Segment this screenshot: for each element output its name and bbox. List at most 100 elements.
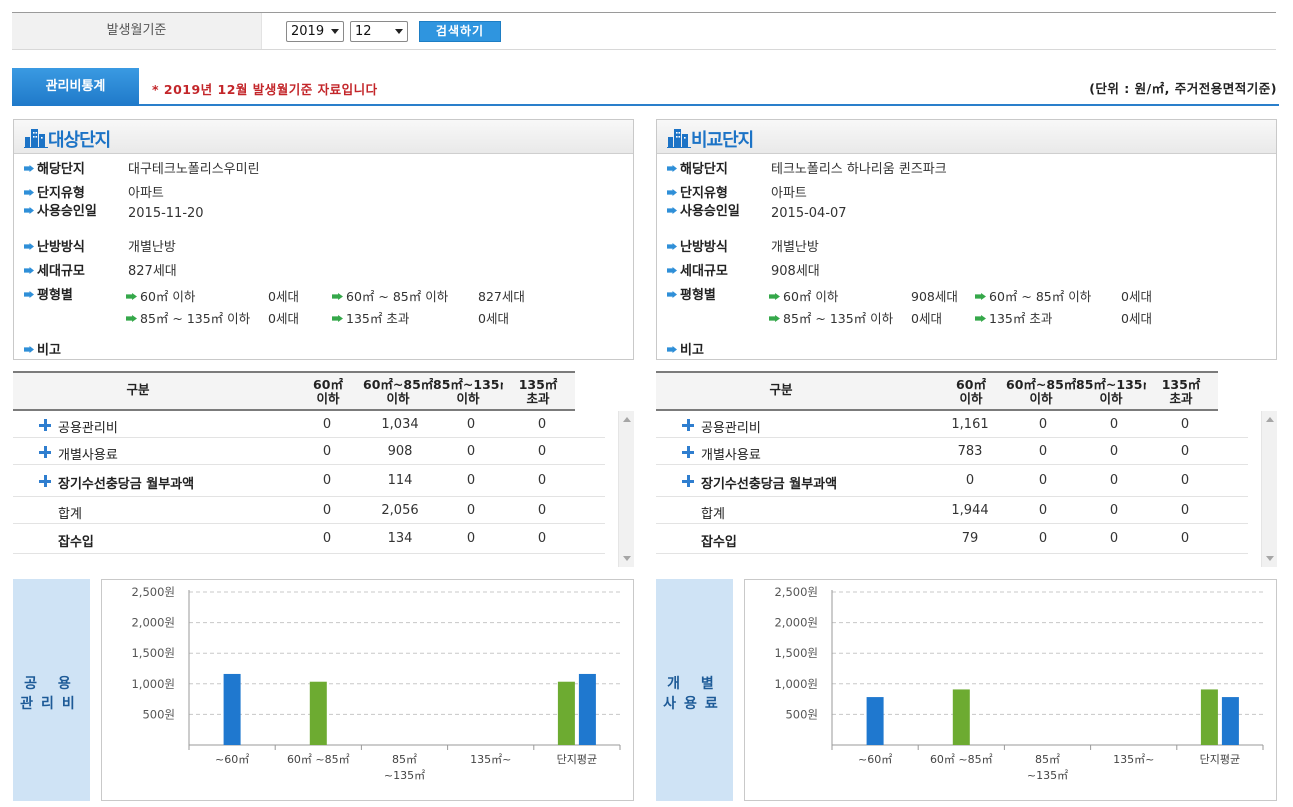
month-select[interactable]: 12: [350, 21, 408, 42]
arrow-icon: [667, 243, 677, 250]
x-tick-label: 60㎡ ~85㎡: [930, 753, 993, 766]
column-header-line: 이하: [456, 391, 480, 406]
info-key-label: 비고: [37, 343, 61, 358]
info-value: 아파트: [128, 186, 164, 201]
search-label: 발생월기준: [12, 13, 262, 49]
table-row[interactable]: 공용관리비 1,161 0 0 0: [656, 411, 1248, 438]
stats-tab[interactable]: 관리비통계: [12, 68, 139, 106]
plus-icon[interactable]: [39, 419, 51, 431]
column-header: 60㎡~85㎡ 이하: [363, 378, 433, 406]
table-row[interactable]: 개별사용료 0 908 0 0: [13, 438, 605, 465]
chart-side-label-line: 공 용: [24, 676, 79, 692]
scroll-up-icon[interactable]: [623, 417, 631, 422]
scrollbar[interactable]: [1261, 411, 1277, 567]
table-cell: 0: [537, 503, 547, 518]
arrow-icon: [126, 293, 137, 300]
size-count: 0세대: [268, 289, 299, 304]
table-cell: 79: [961, 531, 979, 546]
size-item: 60㎡ ~ 85㎡ 이하 0세대: [975, 286, 1152, 305]
size-item: 85㎡ ~ 135㎡ 이하 0세대: [769, 308, 942, 327]
scrollbar[interactable]: [618, 411, 634, 567]
row-label: 장기수선충당금 월부과액: [701, 477, 838, 492]
info-key: 단지유형: [667, 182, 767, 201]
table-row[interactable]: 개별사용료 783 0 0 0: [656, 438, 1248, 465]
bar: [223, 673, 241, 745]
table-cell: 0: [1180, 503, 1190, 518]
info-value: 2015-11-20: [128, 206, 204, 221]
column-header-line: 85㎡~135㎡: [433, 378, 503, 392]
size-label: 85㎡ ~ 135㎡ 이하: [783, 311, 894, 326]
table-body: 공용관리비 1,161 0 0 0 개별사용료 783 0 0 0 장기수선충당금 월부과액 0 0 0 0…: [656, 411, 1248, 567]
info-value: 아파트: [771, 186, 807, 201]
arrow-icon: [24, 207, 34, 214]
column-header-line: 초과: [526, 391, 550, 406]
table-cell: 0: [466, 417, 476, 432]
info-key-label: 단지유형: [37, 186, 85, 201]
table-cell: 0: [1038, 417, 1048, 432]
table-row[interactable]: 공용관리비 0 1,034 0 0: [13, 411, 605, 438]
scroll-up-icon[interactable]: [1266, 417, 1274, 422]
scroll-down-icon[interactable]: [1266, 556, 1274, 561]
compare-table: 구분60㎡이하60㎡~85㎡이하85㎡~135㎡이하135㎡초과공용관리비1,1…: [656, 371, 1277, 569]
year-select[interactable]: 2019: [286, 21, 344, 42]
chart-side-label-line: 사용료: [663, 696, 726, 712]
arrow-icon: [667, 267, 677, 274]
scroll-down-icon[interactable]: [623, 556, 631, 561]
bar-chart: 500원 1,000원 1,500원 2,000원 2,500원 ~60㎡ 60㎡ ~85㎡…: [774, 585, 1264, 782]
y-tick-label: 2,000원: [131, 616, 175, 630]
plus-icon[interactable]: [682, 419, 694, 431]
table-header: 구분60㎡이하60㎡~85㎡이하85㎡~135㎡이하135㎡초과: [656, 371, 1218, 411]
row-label: 개별사용료: [701, 448, 761, 463]
table-header: 구분60㎡이하60㎡~85㎡이하85㎡~135㎡이하135㎡초과: [13, 371, 575, 411]
plus-icon[interactable]: [39, 475, 51, 487]
size-label: 60㎡ 이하: [140, 289, 196, 304]
row-label: 잡수입: [701, 535, 737, 550]
arrow-icon: [975, 315, 986, 322]
size-item: 60㎡ 이하 0세대: [126, 286, 299, 305]
plus-icon[interactable]: [39, 446, 51, 458]
x-tick-label: ~135㎡: [1027, 769, 1068, 782]
info-key: 비고: [24, 339, 124, 358]
bar: [1200, 689, 1218, 745]
arrow-icon: [667, 291, 677, 298]
bar: [309, 681, 327, 745]
bar: [557, 681, 575, 745]
info-value: 개별난방: [771, 240, 819, 255]
panel-title: 비교단지: [691, 130, 754, 151]
size-label: 60㎡ ~ 85㎡ 이하: [346, 289, 449, 304]
column-header: 구분: [126, 383, 150, 397]
x-tick-label: 85㎡: [1035, 753, 1060, 766]
info-key-label: 세대규모: [37, 264, 85, 279]
table-row[interactable]: 장기수선충당금 월부과액 0 114 0 0: [13, 465, 605, 497]
info-key-label: 평형별: [680, 288, 716, 303]
size-item: 60㎡ 이하 908세대: [769, 286, 958, 305]
table-cell: 1,034: [381, 417, 419, 432]
arrow-icon: [24, 243, 34, 250]
search-button[interactable]: 검색하기: [419, 21, 501, 42]
table-cell: 0: [1038, 503, 1048, 518]
size-item: 60㎡ ~ 85㎡ 이하 827세대: [332, 286, 525, 305]
size-label: 60㎡ ~ 85㎡ 이하: [989, 289, 1092, 304]
column-header-line: 이하: [1099, 391, 1123, 406]
unit-text: (단위 : 원/㎡, 주거전용면적기준): [1089, 81, 1277, 96]
column-header-line: 이하: [1029, 391, 1053, 406]
plus-icon[interactable]: [682, 475, 694, 487]
y-tick-label: 2,000원: [774, 616, 818, 630]
y-tick-label: 2,500원: [774, 585, 818, 599]
arrow-icon: [24, 189, 34, 196]
info-key-label: 난방방식: [680, 240, 728, 255]
table-cell: 0: [965, 473, 975, 488]
bar: [578, 673, 596, 745]
plus-icon[interactable]: [682, 446, 694, 458]
arrow-icon: [24, 165, 34, 172]
row-label: 장기수선충당금 월부과액: [58, 477, 195, 492]
column-header-line: 초과: [1169, 391, 1193, 406]
table-row[interactable]: 장기수선충당금 월부과액 0 0 0 0: [656, 465, 1248, 497]
table-row: 잡수입 79 0 0 0: [656, 524, 1248, 554]
table-cell: 0: [322, 473, 332, 488]
y-tick-label: 2,500원: [131, 585, 175, 599]
column-header-line: 60㎡: [313, 378, 343, 392]
info-key-label: 단지유형: [680, 186, 728, 201]
column-header: 135㎡ 초과: [1146, 378, 1216, 406]
size-count: 0세대: [1121, 289, 1152, 304]
